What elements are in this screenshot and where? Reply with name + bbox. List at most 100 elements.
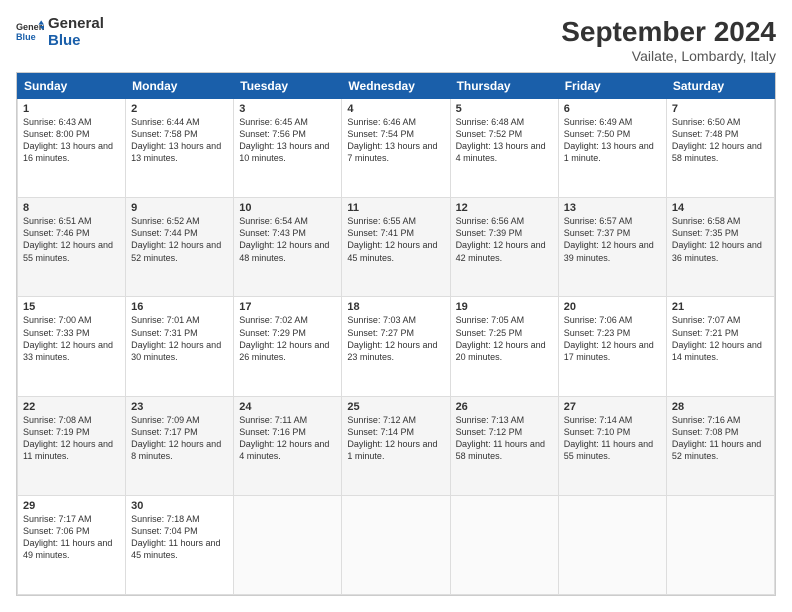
day-info: Sunrise: 6:55 AMSunset: 7:41 PMDaylight:…: [347, 215, 444, 264]
day-info: Sunrise: 7:08 AMSunset: 7:19 PMDaylight:…: [23, 414, 120, 463]
day-info: Sunrise: 7:11 AMSunset: 7:16 PMDaylight:…: [239, 414, 336, 463]
day-info: Sunrise: 6:57 AMSunset: 7:37 PMDaylight:…: [564, 215, 661, 264]
calendar-row: 1Sunrise: 6:43 AMSunset: 8:00 PMDaylight…: [18, 99, 775, 198]
table-row: 13Sunrise: 6:57 AMSunset: 7:37 PMDayligh…: [558, 198, 666, 297]
table-row: 3Sunrise: 6:45 AMSunset: 7:56 PMDaylight…: [234, 99, 342, 198]
day-number: 9: [131, 202, 228, 214]
page: General Blue General Blue September 2024…: [0, 0, 792, 612]
table-row: 21Sunrise: 7:07 AMSunset: 7:21 PMDayligh…: [666, 297, 774, 396]
table-row: 17Sunrise: 7:02 AMSunset: 7:29 PMDayligh…: [234, 297, 342, 396]
col-sunday: Sunday: [18, 74, 126, 99]
table-row: 24Sunrise: 7:11 AMSunset: 7:16 PMDayligh…: [234, 396, 342, 495]
table-row: 2Sunrise: 6:44 AMSunset: 7:58 PMDaylight…: [126, 99, 234, 198]
header: General Blue General Blue September 2024…: [16, 16, 776, 64]
calendar-row: 15Sunrise: 7:00 AMSunset: 7:33 PMDayligh…: [18, 297, 775, 396]
table-row: 27Sunrise: 7:14 AMSunset: 7:10 PMDayligh…: [558, 396, 666, 495]
table-row: 8Sunrise: 6:51 AMSunset: 7:46 PMDaylight…: [18, 198, 126, 297]
calendar-row: 8Sunrise: 6:51 AMSunset: 7:46 PMDaylight…: [18, 198, 775, 297]
col-tuesday: Tuesday: [234, 74, 342, 99]
day-info: Sunrise: 6:44 AMSunset: 7:58 PMDaylight:…: [131, 116, 228, 165]
table-row: 12Sunrise: 6:56 AMSunset: 7:39 PMDayligh…: [450, 198, 558, 297]
day-number: 7: [672, 103, 769, 115]
day-number: 17: [239, 301, 336, 313]
col-wednesday: Wednesday: [342, 74, 450, 99]
table-row: 10Sunrise: 6:54 AMSunset: 7:43 PMDayligh…: [234, 198, 342, 297]
table-row: [450, 495, 558, 594]
calendar: Sunday Monday Tuesday Wednesday Thursday…: [16, 72, 776, 596]
table-row: [558, 495, 666, 594]
main-title: September 2024: [561, 16, 776, 48]
col-thursday: Thursday: [450, 74, 558, 99]
day-number: 3: [239, 103, 336, 115]
day-number: 20: [564, 301, 661, 313]
day-number: 21: [672, 301, 769, 313]
day-info: Sunrise: 7:18 AMSunset: 7:04 PMDaylight:…: [131, 513, 228, 562]
day-info: Sunrise: 6:50 AMSunset: 7:48 PMDaylight:…: [672, 116, 769, 165]
day-info: Sunrise: 6:43 AMSunset: 8:00 PMDaylight:…: [23, 116, 120, 165]
day-info: Sunrise: 7:17 AMSunset: 7:06 PMDaylight:…: [23, 513, 120, 562]
table-row: 7Sunrise: 6:50 AMSunset: 7:48 PMDaylight…: [666, 99, 774, 198]
table-row: 20Sunrise: 7:06 AMSunset: 7:23 PMDayligh…: [558, 297, 666, 396]
col-monday: Monday: [126, 74, 234, 99]
logo-icon: General Blue: [16, 19, 44, 47]
table-row: [234, 495, 342, 594]
day-info: Sunrise: 7:16 AMSunset: 7:08 PMDaylight:…: [672, 414, 769, 463]
day-info: Sunrise: 6:52 AMSunset: 7:44 PMDaylight:…: [131, 215, 228, 264]
day-info: Sunrise: 6:58 AMSunset: 7:35 PMDaylight:…: [672, 215, 769, 264]
day-number: 27: [564, 401, 661, 413]
table-row: 19Sunrise: 7:05 AMSunset: 7:25 PMDayligh…: [450, 297, 558, 396]
col-saturday: Saturday: [666, 74, 774, 99]
day-info: Sunrise: 6:56 AMSunset: 7:39 PMDaylight:…: [456, 215, 553, 264]
col-friday: Friday: [558, 74, 666, 99]
table-row: 29Sunrise: 7:17 AMSunset: 7:06 PMDayligh…: [18, 495, 126, 594]
day-number: 28: [672, 401, 769, 413]
calendar-row: 22Sunrise: 7:08 AMSunset: 7:19 PMDayligh…: [18, 396, 775, 495]
day-info: Sunrise: 6:46 AMSunset: 7:54 PMDaylight:…: [347, 116, 444, 165]
title-block: September 2024 Vailate, Lombardy, Italy: [561, 16, 776, 64]
day-number: 4: [347, 103, 444, 115]
day-info: Sunrise: 7:13 AMSunset: 7:12 PMDaylight:…: [456, 414, 553, 463]
day-info: Sunrise: 6:49 AMSunset: 7:50 PMDaylight:…: [564, 116, 661, 165]
logo: General Blue General Blue: [16, 16, 104, 49]
day-number: 23: [131, 401, 228, 413]
table-row: 30Sunrise: 7:18 AMSunset: 7:04 PMDayligh…: [126, 495, 234, 594]
logo-general: General: [48, 16, 104, 33]
day-info: Sunrise: 7:03 AMSunset: 7:27 PMDaylight:…: [347, 314, 444, 363]
day-number: 5: [456, 103, 553, 115]
day-number: 22: [23, 401, 120, 413]
day-number: 19: [456, 301, 553, 313]
table-row: 16Sunrise: 7:01 AMSunset: 7:31 PMDayligh…: [126, 297, 234, 396]
day-info: Sunrise: 7:01 AMSunset: 7:31 PMDaylight:…: [131, 314, 228, 363]
table-row: 14Sunrise: 6:58 AMSunset: 7:35 PMDayligh…: [666, 198, 774, 297]
day-number: 13: [564, 202, 661, 214]
table-row: [342, 495, 450, 594]
day-number: 26: [456, 401, 553, 413]
day-number: 16: [131, 301, 228, 313]
day-info: Sunrise: 7:07 AMSunset: 7:21 PMDaylight:…: [672, 314, 769, 363]
day-info: Sunrise: 7:14 AMSunset: 7:10 PMDaylight:…: [564, 414, 661, 463]
day-info: Sunrise: 7:00 AMSunset: 7:33 PMDaylight:…: [23, 314, 120, 363]
day-info: Sunrise: 7:02 AMSunset: 7:29 PMDaylight:…: [239, 314, 336, 363]
location: Vailate, Lombardy, Italy: [561, 48, 776, 64]
day-number: 15: [23, 301, 120, 313]
day-info: Sunrise: 6:54 AMSunset: 7:43 PMDaylight:…: [239, 215, 336, 264]
table-row: 4Sunrise: 6:46 AMSunset: 7:54 PMDaylight…: [342, 99, 450, 198]
day-number: 1: [23, 103, 120, 115]
logo-blue: Blue: [48, 33, 104, 50]
svg-text:Blue: Blue: [16, 32, 36, 42]
table-row: 15Sunrise: 7:00 AMSunset: 7:33 PMDayligh…: [18, 297, 126, 396]
table-row: 23Sunrise: 7:09 AMSunset: 7:17 PMDayligh…: [126, 396, 234, 495]
table-row: 25Sunrise: 7:12 AMSunset: 7:14 PMDayligh…: [342, 396, 450, 495]
day-info: Sunrise: 7:05 AMSunset: 7:25 PMDaylight:…: [456, 314, 553, 363]
calendar-row: 29Sunrise: 7:17 AMSunset: 7:06 PMDayligh…: [18, 495, 775, 594]
day-number: 18: [347, 301, 444, 313]
header-row: Sunday Monday Tuesday Wednesday Thursday…: [18, 74, 775, 99]
day-info: Sunrise: 6:48 AMSunset: 7:52 PMDaylight:…: [456, 116, 553, 165]
table-row: 6Sunrise: 6:49 AMSunset: 7:50 PMDaylight…: [558, 99, 666, 198]
day-number: 29: [23, 500, 120, 512]
day-number: 14: [672, 202, 769, 214]
day-info: Sunrise: 6:45 AMSunset: 7:56 PMDaylight:…: [239, 116, 336, 165]
table-row: 18Sunrise: 7:03 AMSunset: 7:27 PMDayligh…: [342, 297, 450, 396]
table-row: 5Sunrise: 6:48 AMSunset: 7:52 PMDaylight…: [450, 99, 558, 198]
day-number: 11: [347, 202, 444, 214]
